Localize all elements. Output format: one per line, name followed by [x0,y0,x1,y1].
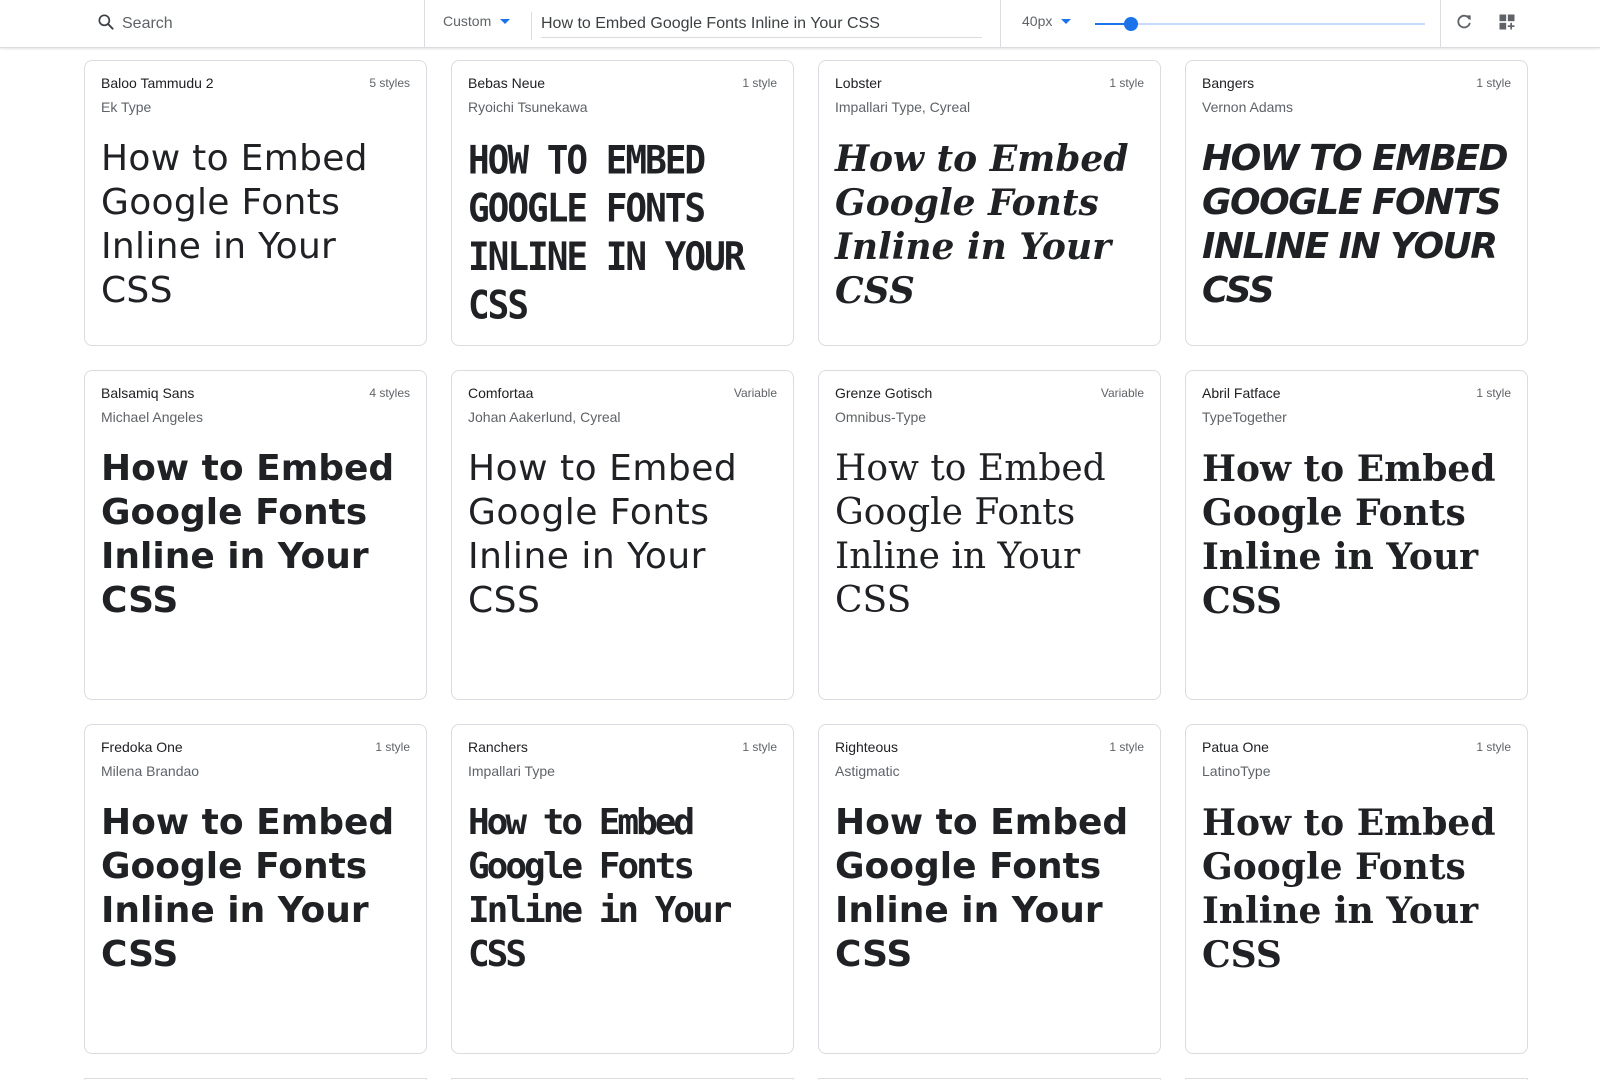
font-name[interactable]: Abril Fatface [1202,385,1281,401]
font-preview-sample: How to Embed Google Fonts Inline in Your… [468,802,732,975]
font-name[interactable]: Righteous [835,739,898,755]
font-card[interactable]: Grenze Gotisch Variable Omnibus-Type How… [818,370,1161,700]
caret-down-icon [500,18,511,24]
font-designer: Impallari Type, Cyreal [835,99,971,115]
font-designer: TypeTogether [1202,409,1287,425]
category-dropdown-label: Custom [443,13,492,29]
font-size-dropdown[interactable]: 40px [1022,13,1072,29]
style-count: 1 style [742,76,777,90]
font-name[interactable]: Ranchers [468,739,528,755]
font-designer: Michael Angeles [101,409,203,425]
style-count: 1 style [1476,386,1511,400]
font-name[interactable]: Patua One [1202,739,1269,755]
style-count: 1 style [1476,740,1511,754]
grid-view-icon [1497,12,1517,37]
category-dropdown[interactable]: Custom [443,13,511,29]
font-name[interactable]: Baloo Tammudu 2 [101,75,214,91]
font-card[interactable]: Baloo Tammudu 2 5 styles Ek Type How to … [84,60,427,346]
font-designer: Omnibus-Type [835,409,927,425]
search-icon [96,12,116,37]
font-designer: LatinoType [1202,763,1271,779]
font-preview-sample: How to Embed Google Fonts Inline in Your… [468,138,745,329]
toolbar-divider [531,12,532,40]
font-card[interactable]: Righteous 1 style Astigmatic How to Embe… [818,724,1161,1054]
font-preview-sample: How to Embed Google Fonts Inline in Your… [835,138,1129,312]
refresh-icon [1454,12,1474,37]
preview-text-input[interactable] [541,14,982,33]
font-designer: Astigmatic [835,763,900,779]
style-count: 1 style [742,740,777,754]
font-preview-sample: How to Embed Google Fonts Inline in Your… [101,802,395,975]
font-name[interactable]: Balsamiq Sans [101,385,194,401]
font-card[interactable]: Lobster 1 style Impallari Type, Cyreal H… [818,60,1161,346]
preview-text-field[interactable] [541,10,982,38]
style-count: Variable [733,386,777,400]
style-count: 5 styles [369,76,410,90]
toolbar-divider [424,0,425,48]
font-card[interactable]: Bebas Neue 1 style Ryoichi Tsunekawa How… [451,60,794,346]
font-designer: Vernon Adams [1202,99,1294,115]
font-designer: Impallari Type [468,763,555,779]
font-designer: Ryoichi Tsunekawa [468,99,588,115]
font-preview-sample: How to Embed Google Fonts Inline in Your… [1202,448,1496,622]
font-name[interactable]: Bebas Neue [468,75,545,91]
font-name[interactable]: Comfortaa [468,385,533,401]
toolbar-divider [1440,0,1441,48]
style-count: 1 style [1476,76,1511,90]
font-name[interactable]: Fredoka One [101,739,183,755]
font-card[interactable]: Bangers 1 style Vernon Adams How to Embe… [1185,60,1528,346]
font-size-label: 40px [1022,13,1053,29]
caret-down-icon [1061,18,1072,24]
style-count: 4 styles [369,386,410,400]
style-count: 1 style [1109,740,1144,754]
toolbar: Custom 40px [0,0,1600,48]
font-card[interactable]: Balsamiq Sans 4 styles Michael Angeles H… [84,370,427,700]
slider-thumb[interactable] [1124,17,1138,31]
style-count: Variable [1100,386,1144,400]
style-count: 1 style [1109,76,1144,90]
font-card[interactable]: Patua One 1 style LatinoType How to Embe… [1185,724,1528,1054]
font-preview-sample: How to Embed Google Fonts Inline in Your… [835,802,1129,975]
font-size-slider[interactable] [1095,17,1425,31]
layout-toggle-button[interactable] [1495,12,1519,36]
font-preview-sample: How to Embed Google Fonts Inline in Your… [1202,138,1509,311]
font-card[interactable]: Ranchers 1 style Impallari Type How to E… [451,724,794,1054]
font-name[interactable]: Lobster [835,75,882,91]
font-name[interactable]: Grenze Gotisch [835,385,932,401]
font-preview-sample: How to Embed Google Fonts Inline in Your… [835,448,1106,621]
toolbar-divider [1000,0,1001,48]
font-card[interactable]: Comfortaa Variable Johan Aakerlund, Cyre… [451,370,794,700]
font-designer: Johan Aakerlund, Cyreal [468,409,621,425]
font-preview-sample: How to Embed Google Fonts Inline in Your… [1202,802,1496,976]
font-preview-sample: How to Embed Google Fonts Inline in Your… [101,448,395,621]
font-card[interactable]: Fredoka One 1 style Milena Brandao How t… [84,724,427,1054]
font-preview-sample: How to Embed Google Fonts Inline in Your… [468,448,738,621]
search-box[interactable] [96,12,412,36]
slider-track [1095,23,1425,25]
search-input[interactable] [122,15,412,33]
font-preview-sample: How to Embed Google Fonts Inline in Your… [101,138,368,311]
reset-button[interactable] [1452,12,1476,36]
font-designer: Milena Brandao [101,763,200,779]
font-name[interactable]: Bangers [1202,75,1254,91]
font-designer: Ek Type [101,99,152,115]
font-card[interactable]: Abril Fatface 1 style TypeTogether How t… [1185,370,1528,700]
style-count: 1 style [375,740,410,754]
